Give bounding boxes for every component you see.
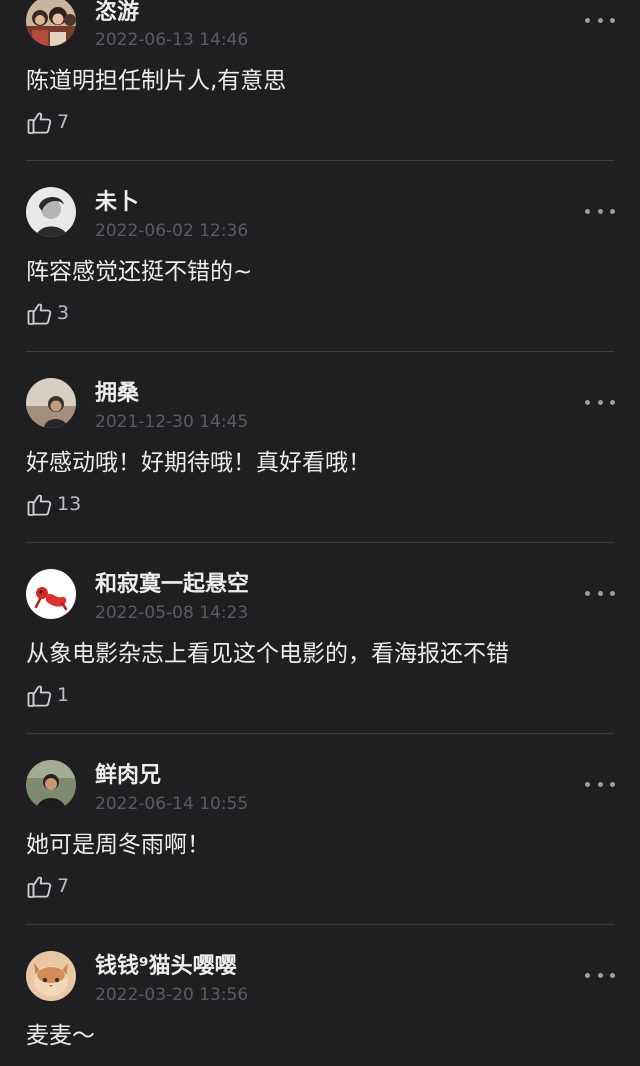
- like-button[interactable]: 1: [26, 681, 69, 709]
- thumbs-up-icon: [27, 112, 52, 134]
- comment-divider: [26, 542, 614, 543]
- comment-username[interactable]: 未卜: [95, 189, 139, 217]
- more-dot-icon: [597, 399, 603, 405]
- comment-divider: [26, 924, 614, 925]
- comment-item: 鲜肉兄 2022-06-14 10:55 她可是周冬雨啊！ 7: [0, 760, 640, 955]
- like-button[interactable]: 7: [26, 872, 69, 900]
- like-count: 7: [57, 875, 70, 897]
- more-options-button[interactable]: [584, 774, 616, 794]
- comment-timestamp: 2022-06-13 14:46: [95, 30, 249, 50]
- comment-text: 她可是周冬雨啊！: [26, 832, 210, 858]
- thumbs-up-icon: [27, 303, 52, 325]
- comment-item: 和寂寞一起悬空 2022-05-08 14:23 从象电影杂志上看见这个电影的，…: [0, 569, 640, 764]
- more-dot-icon: [610, 590, 615, 596]
- like-button[interactable]: 7: [26, 108, 69, 136]
- like-count: 13: [57, 493, 82, 515]
- more-options-button[interactable]: [584, 965, 616, 985]
- comment-timestamp: 2022-06-14 10:55: [95, 794, 249, 814]
- comment-text: 陈道明担任制片人,有意思: [26, 68, 287, 94]
- more-dot-icon: [597, 781, 603, 787]
- more-dot-icon: [597, 590, 603, 596]
- comment-username[interactable]: 鲜肉兄: [95, 762, 161, 790]
- more-dot-icon: [610, 781, 615, 787]
- more-dot-icon: [597, 972, 603, 978]
- comment-item: 拥桑 2021-12-30 14:45 好感动哦！好期待哦！真好看哦！ 13: [0, 378, 640, 573]
- more-dot-icon: [585, 590, 590, 596]
- more-dot-icon: [585, 972, 590, 978]
- like-button[interactable]: 3: [26, 299, 69, 327]
- more-dot-icon: [610, 17, 615, 23]
- group-photo-avatar[interactable]: [26, 0, 76, 46]
- like-button[interactable]: 13: [26, 490, 81, 518]
- comment-item: 未卜 2022-06-02 12:36 阵容感觉还挺不错的~ 3: [0, 187, 640, 382]
- more-dot-icon: [585, 17, 590, 23]
- sunset-portrait-avatar[interactable]: [26, 378, 76, 428]
- more-dot-icon: [585, 208, 590, 214]
- red-cartoon-avatar[interactable]: [26, 569, 76, 619]
- like-count: 1: [57, 684, 70, 706]
- comment-timestamp: 2022-06-02 12:36: [95, 221, 249, 241]
- comment-item: 钱钱⁹猫头嘤嘤 2022-03-20 13:56 麦麦～: [0, 951, 640, 1066]
- cat-avatar[interactable]: [26, 951, 76, 1001]
- more-dot-icon: [610, 208, 615, 214]
- more-options-button[interactable]: [584, 392, 616, 412]
- more-dot-icon: [585, 399, 590, 405]
- like-count: 3: [57, 302, 70, 324]
- outdoor-portrait-avatar[interactable]: [26, 760, 76, 810]
- more-options-button[interactable]: [584, 10, 616, 30]
- more-dot-icon: [597, 208, 603, 214]
- more-options-button[interactable]: [584, 583, 616, 603]
- thumbs-up-icon: [27, 876, 52, 898]
- more-dot-icon: [610, 972, 615, 978]
- comment-username[interactable]: 恣游: [95, 0, 139, 27]
- comment-text: 麦麦～: [26, 1023, 95, 1049]
- comment-timestamp: 2022-03-20 13:56: [95, 985, 249, 1005]
- comment-divider: [26, 351, 614, 352]
- comment-item: 恣游 2022-06-13 14:46 陈道明担任制片人,有意思 7: [0, 0, 640, 191]
- like-count: 7: [57, 111, 70, 133]
- comment-username[interactable]: 钱钱⁹猫头嘤嘤: [95, 953, 237, 981]
- comment-username[interactable]: 拥桑: [95, 380, 139, 408]
- comment-timestamp: 2021-12-30 14:45: [95, 412, 249, 432]
- comment-text: 阵容感觉还挺不错的~: [26, 259, 253, 285]
- bw-portrait-avatar[interactable]: [26, 187, 76, 237]
- more-dot-icon: [597, 17, 603, 23]
- comment-text: 好感动哦！好期待哦！真好看哦！: [26, 450, 371, 476]
- comment-divider: [26, 160, 614, 161]
- thumbs-up-icon: [27, 685, 52, 707]
- more-dot-icon: [585, 781, 590, 787]
- thumbs-up-icon: [27, 494, 52, 516]
- comment-divider: [26, 733, 614, 734]
- more-dot-icon: [610, 399, 615, 405]
- comment-timestamp: 2022-05-08 14:23: [95, 603, 249, 623]
- comment-username[interactable]: 和寂寞一起悬空: [95, 571, 249, 599]
- more-options-button[interactable]: [584, 201, 616, 221]
- comment-text: 从象电影杂志上看见这个电影的，看海报还不错: [26, 641, 509, 667]
